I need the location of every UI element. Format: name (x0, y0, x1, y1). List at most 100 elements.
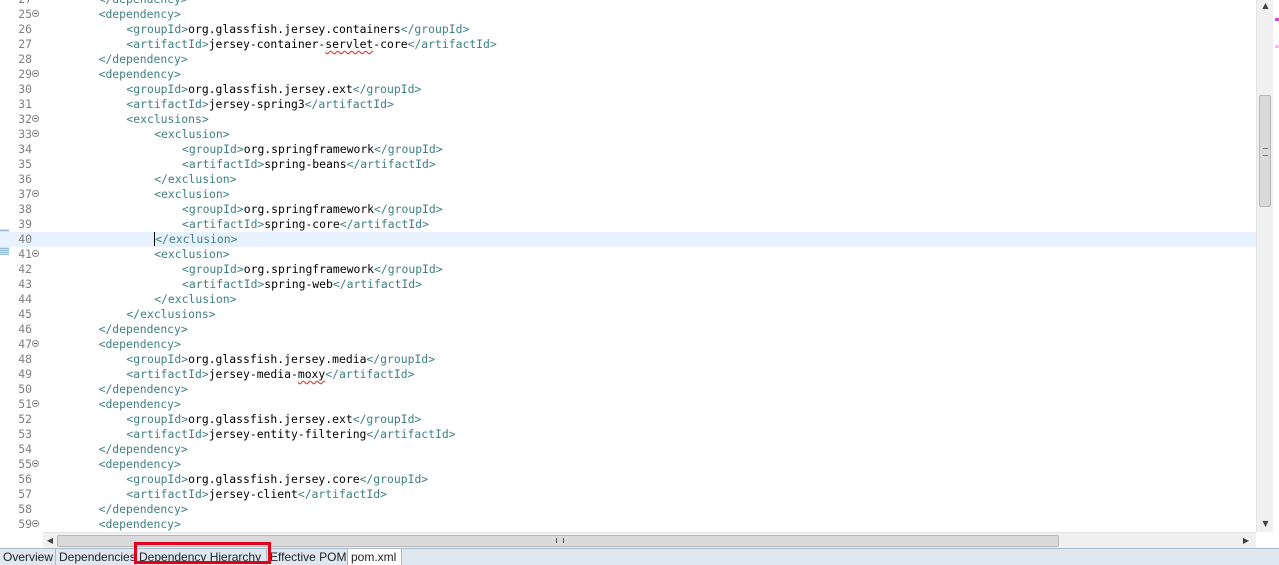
code-line[interactable]: 43 <artifactId>spring-web</artifactId> (0, 277, 1256, 292)
line-number: 47 (18, 337, 32, 351)
line-number: 45 (18, 307, 32, 321)
code-line[interactable]: 49 <artifactId>jersey-media-moxy</artifac… (0, 367, 1256, 382)
tab-dependencies[interactable]: Dependencies (56, 549, 136, 565)
line-number: 34 (18, 142, 32, 156)
code-line[interactable]: 52 <groupId>org.glassfish.jersey.ext</gro… (0, 412, 1256, 427)
code-line[interactable]: 50 </dependency> (0, 382, 1256, 397)
line-number: 29 (18, 67, 32, 81)
code-line[interactable]: 42 <groupId>org.springframework</groupId> (0, 262, 1256, 277)
code-text: <groupId>org.springframework</groupId> (182, 202, 443, 217)
code-text: <dependency> (99, 397, 181, 412)
xml-tag: <groupId> (126, 82, 189, 96)
code-line[interactable]: 51 <dependency> (0, 397, 1256, 412)
code-line[interactable]: 45 </exclusions> (0, 307, 1256, 322)
fold-collapse-icon[interactable] (32, 400, 39, 407)
fold-collapse-icon[interactable] (32, 460, 39, 467)
code-line[interactable]: 35 <artifactId>spring-beans</artifactId> (0, 157, 1256, 172)
code-line[interactable]: 36 </exclusion> (0, 172, 1256, 187)
code-line[interactable]: 26 <groupId>org.glassfish.jersey.containe… (0, 22, 1256, 37)
scroll-down-icon[interactable]: ▼ (1257, 518, 1274, 530)
code-line[interactable]: 55 <dependency> (0, 457, 1256, 472)
xml-tag: </groupId> (352, 412, 422, 426)
code-line[interactable]: 40 </exclusion> (0, 232, 1256, 247)
line-number: 53 (18, 427, 32, 441)
code-line[interactable]: 47 <dependency> (0, 337, 1256, 352)
code-text: <artifactId>jersey-spring3</artifactId> (126, 97, 393, 112)
scroll-right-icon[interactable]: ▶ (1239, 535, 1253, 547)
xml-source-editor[interactable]: 27 </dependency> 25 <dependency> 26 <groupId>… (0, 0, 1256, 532)
code-line[interactable]: 25 <dependency> (0, 7, 1256, 22)
xml-tag: <artifactId> (126, 37, 209, 51)
code-line[interactable]: 31 <artifactId>jersey-spring3</artifactId… (0, 97, 1256, 112)
fold-collapse-icon[interactable] (32, 340, 39, 347)
line-number: 36 (18, 172, 32, 186)
code-line[interactable]: 48 <groupId>org.glassfish.jersey.media</g… (0, 352, 1256, 367)
code-text: </dependency> (99, 322, 188, 337)
code-line[interactable]: 30 <groupId>org.glassfish.jersey.ext</gro… (0, 82, 1256, 97)
code-line[interactable]: 54 </dependency> (0, 442, 1256, 457)
line-number: 26 (18, 22, 32, 36)
xml-tag: </groupId> (400, 22, 470, 36)
code-line[interactable]: 28 </dependency> (0, 52, 1256, 67)
code-text: </dependency> (99, 502, 188, 517)
code-line[interactable]: 46 </dependency> (0, 322, 1256, 337)
code-text: <exclusions> (126, 112, 208, 127)
xml-tag: <groupId> (182, 202, 244, 216)
code-text: </dependency> (99, 382, 188, 397)
code-line[interactable]: 27 <artifactId>jersey-container-servlet-c… (0, 37, 1256, 52)
tab-overview[interactable]: Overview (0, 549, 56, 565)
fold-collapse-icon[interactable] (32, 250, 39, 257)
code-text: <artifactId>spring-beans</artifactId> (182, 157, 436, 172)
line-number: 39 (18, 217, 32, 231)
xml-tag: <dependency> (98, 457, 181, 471)
line-number: 25 (18, 7, 32, 21)
vertical-scroll-thumb[interactable] (1259, 95, 1271, 207)
code-line[interactable]: 39 <artifactId>spring-core</artifactId> (0, 217, 1256, 232)
xml-tag: </exclusion> (154, 232, 238, 246)
line-number: 46 (18, 322, 32, 336)
fold-collapse-icon[interactable] (32, 520, 39, 527)
code-line[interactable]: 37 <exclusion> (0, 187, 1256, 202)
code-line[interactable]: 53 <artifactId>jersey-entity-filtering</a… (0, 427, 1256, 442)
code-line[interactable]: 44 </exclusion> (0, 292, 1256, 307)
code-line[interactable]: 57 <artifactId>jersey-client</artifactId> (0, 487, 1256, 502)
line-number: 28 (18, 52, 32, 66)
code-line[interactable]: 33 <exclusion> (0, 127, 1256, 142)
xml-text: spring-web (264, 277, 333, 291)
scroll-up-icon[interactable]: ▲ (1257, 0, 1274, 12)
tab-pom-xml[interactable]: pom.xml (348, 549, 402, 565)
fold-collapse-icon[interactable] (32, 130, 39, 137)
fold-collapse-icon[interactable] (32, 10, 39, 17)
line-number: 35 (18, 157, 32, 171)
xml-tag: </artifactId> (346, 157, 436, 171)
xml-tag: <dependency> (98, 7, 181, 21)
vertical-scrollbar[interactable]: ▲ ▼ (1256, 0, 1274, 532)
tab-effective-pom[interactable]: Effective POM (267, 549, 348, 565)
line-number: 55 (18, 457, 32, 471)
code-line[interactable]: 38 <groupId>org.springframework</groupId> (0, 202, 1256, 217)
code-line[interactable]: 34 <groupId>org.springframework</groupId> (0, 142, 1256, 157)
xml-tag: </artifactId> (332, 277, 423, 291)
code-line[interactable]: 29 <dependency> (0, 67, 1256, 82)
code-line[interactable]: 59 <dependency> (0, 517, 1256, 532)
xml-tag: </groupId> (359, 472, 429, 486)
code-line[interactable]: 41 <exclusion> (0, 247, 1256, 262)
code-line[interactable]: 27 </dependency> (0, 0, 1256, 7)
code-line[interactable]: 58 </dependency> (0, 502, 1256, 517)
code-lines: 27 </dependency> 25 <dependency> 26 <groupId>… (0, 0, 1256, 532)
xml-tag: </artifactId> (304, 97, 394, 111)
xml-tag: </artifactId> (407, 37, 497, 51)
xml-tag: </artifactId> (339, 217, 429, 231)
code-line[interactable]: 32 <exclusions> (0, 112, 1256, 127)
line-number: 52 (18, 412, 32, 426)
code-text: </exclusions> (126, 307, 215, 322)
line-number: 33 (18, 127, 32, 141)
scroll-left-icon[interactable]: ◀ (43, 535, 57, 547)
code-line[interactable]: 56 <groupId>org.glassfish.jersey.core</gr… (0, 472, 1256, 487)
fold-collapse-icon[interactable] (32, 70, 39, 77)
fold-collapse-icon[interactable] (32, 190, 39, 197)
code-text: <artifactId>jersey-media-moxy</artifactI… (126, 367, 414, 382)
fold-collapse-icon[interactable] (32, 115, 39, 122)
xml-tag: <exclusion> (154, 187, 230, 201)
xml-tag: </artifactId> (297, 487, 387, 501)
